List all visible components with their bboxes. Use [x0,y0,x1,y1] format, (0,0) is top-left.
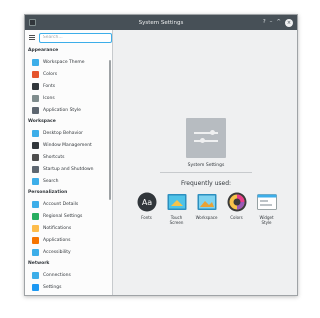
main-panel: System Settings Frequently used: Aa Fonts… [113,30,297,295]
notifications-icon [32,224,39,232]
sidebar-item[interactable]: Accessibility [25,246,112,258]
search-icon [32,177,39,185]
sidebar-item-label: Shortcuts [43,154,65,160]
applications-icon [32,236,39,244]
frequent-item-label: Colors [230,215,243,220]
section-header: Workspace [28,119,56,124]
sidebar-item[interactable]: Account Details [25,198,112,210]
app-menu-icon[interactable] [29,19,36,26]
sidebar-item-label: Desktop Behavior [43,130,83,136]
sidebar-item[interactable]: Regional Settings [25,210,112,222]
icons-icon [32,94,39,102]
sidebar-item[interactable]: Desktop Behavior [25,127,112,139]
sidebar-item-label: Colors [43,71,58,77]
desktop-behavior-icon [32,129,39,137]
help-button[interactable]: ? [263,18,266,27]
fonts-icon: Aa [137,192,157,212]
search-row [25,30,112,45]
sidebar-scrollbar[interactable] [109,60,111,200]
sidebar-item-label: Workspace Theme [43,59,85,65]
divider [160,172,252,173]
hero-knob-bottom [200,138,205,143]
fonts-icon [32,82,39,90]
workspace-icon [197,192,217,212]
title-bar[interactable]: System Settings ? – ^ × [25,15,297,30]
sidebar-item-label: Account Details [43,201,79,207]
frequent-item-label: Fonts [141,215,152,220]
touch-screen-icon [167,192,187,212]
sidebar-item[interactable]: Application Style [25,104,112,116]
frequent-item[interactable]: Colors [225,192,248,225]
system-settings-window: System Settings ? – ^ × Appearance Worksp… [24,14,298,296]
section-header: Network [28,261,50,266]
sidebar-item[interactable]: Colors [25,68,112,80]
sidebar-item[interactable]: Window Management [25,139,112,151]
hero-knob-top [210,130,215,135]
sidebar-item[interactable]: Startup and Shutdown [25,163,112,175]
startup-shutdown-icon [32,165,39,173]
frequent-item[interactable]: Workspace [195,192,218,225]
hero-slider-bottom [194,138,218,143]
sidebar-item-label: Application Style [43,107,81,113]
sidebar-item[interactable]: Settings [25,281,112,293]
frequently-used-row: Aa Fonts Touch Screen Workspace Colors Widget… [135,192,278,225]
sidebar-item-label: Settings [43,284,62,290]
colors-icon [32,70,39,78]
frequent-item-label: Widget Style [259,215,274,225]
sidebar-item-label: Startup and Shutdown [43,166,94,172]
sidebar-item[interactable]: Connections [25,269,112,281]
frequently-used-title: Frequently used: [180,180,232,187]
svg-text:Aa: Aa [141,198,151,207]
frequent-item[interactable]: Touch Screen [165,192,188,225]
accessibility-icon [32,248,39,256]
shortcuts-icon [32,153,39,161]
sidebar-item[interactable]: Applications [25,234,112,246]
sidebar-item[interactable]: Icons [25,92,112,104]
window-management-icon [32,141,39,149]
sidebar-item-label: Icons [43,95,55,101]
hero-slider-top [194,130,218,135]
sidebar: Appearance Workspace Theme Colors Fonts Icon… [25,30,113,295]
frequent-item[interactable]: Aa Fonts [135,192,158,225]
sidebar-item[interactable]: Shortcuts [25,151,112,163]
window-title: System Settings [138,19,184,26]
hero-label: System Settings [187,163,225,168]
sidebar-item[interactable]: Workspace Theme [25,56,112,68]
account-details-icon [32,200,39,208]
application-style-icon [32,106,39,114]
network-settings-icon [32,283,39,291]
regional-settings-icon [32,212,39,220]
connections-icon [32,271,39,279]
sidebar-item-label: Notifications [43,225,72,231]
maximize-button[interactable]: ^ [276,18,281,27]
system-settings-hero-icon [186,118,226,158]
sidebar-item-label: Regional Settings [43,213,83,219]
sidebar-item-label: Applications [43,237,71,243]
sidebar-list: Appearance Workspace Theme Colors Fonts Icon… [25,45,112,293]
sidebar-item-label: Search [43,178,59,184]
search-input[interactable] [38,32,112,43]
section-header: Personalization [28,190,68,195]
workspace-theme-icon [32,58,39,66]
sidebar-item-label: Fonts [43,83,56,89]
colors-icon [227,192,247,212]
sidebar-item[interactable]: Notifications [25,222,112,234]
close-button[interactable]: × [285,18,293,27]
section-header: Appearance [28,48,59,53]
sidebar-item-label: Accessibility [43,249,71,255]
hamburger-menu-icon[interactable] [29,35,35,40]
frequent-item-label: Workspace [195,215,218,220]
sidebar-item-label: Connections [43,272,71,278]
minimize-button[interactable]: – [270,18,273,27]
widget-style-icon [256,192,277,212]
frequent-item-label: Touch Screen [169,215,184,225]
sidebar-item[interactable]: Fonts [25,80,112,92]
frequent-item[interactable]: Widget Style [255,192,278,225]
sidebar-item-label: Window Management [43,142,92,148]
sidebar-item[interactable]: Search [25,175,112,187]
